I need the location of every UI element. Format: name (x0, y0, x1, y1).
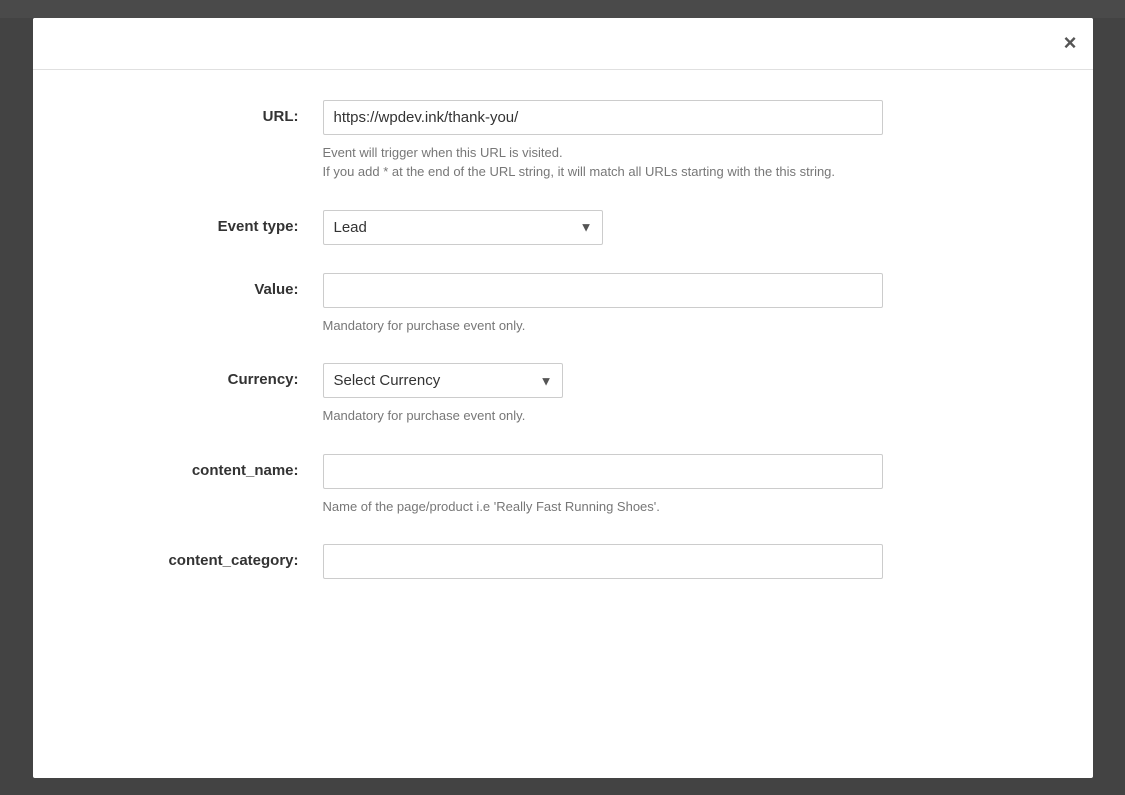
content-name-input[interactable] (323, 454, 883, 489)
content-category-input[interactable] (323, 544, 883, 579)
url-help: Event will trigger when this URL is visi… (323, 143, 883, 182)
url-field: Event will trigger when this URL is visi… (323, 100, 883, 182)
url-input[interactable] (323, 100, 883, 135)
value-help: Mandatory for purchase event only. (323, 316, 883, 336)
content-name-field: Name of the page/product i.e 'Really Fas… (323, 454, 883, 517)
top-bar (0, 0, 1125, 18)
currency-field: Select Currency USD EUR GBP AUD CAD JPY … (323, 363, 883, 426)
currency-label: Currency: (113, 363, 323, 388)
content-name-row: content_name: Name of the page/product i… (33, 454, 1093, 517)
value-row: Value: Mandatory for purchase event only… (33, 273, 1093, 336)
modal-body[interactable]: URL: Event will trigger when this URL is… (33, 70, 1093, 778)
event-type-label: Event type: (113, 210, 323, 235)
value-label: Value: (113, 273, 323, 298)
modal-header: × (33, 18, 1093, 70)
currency-select-wrapper: Select Currency USD EUR GBP AUD CAD JPY … (323, 363, 563, 398)
content-category-row: content_category: (33, 544, 1093, 579)
currency-row: Currency: Select Currency USD EUR GBP AU… (33, 363, 1093, 426)
content-name-label: content_name: (113, 454, 323, 479)
value-input[interactable] (323, 273, 883, 308)
url-label: URL: (113, 100, 323, 125)
event-type-select-wrapper: Lead Purchase ViewContent AddToCart Init… (323, 210, 603, 245)
event-type-field: Lead Purchase ViewContent AddToCart Init… (323, 210, 883, 245)
modal-overlay: × URL: Event will trigger when this URL … (0, 0, 1125, 795)
url-row: URL: Event will trigger when this URL is… (33, 100, 1093, 182)
value-field: Mandatory for purchase event only. (323, 273, 883, 336)
content-category-field (323, 544, 883, 579)
content-name-help: Name of the page/product i.e 'Really Fas… (323, 497, 883, 517)
event-type-row: Event type: Lead Purchase ViewContent Ad… (33, 210, 1093, 245)
currency-help: Mandatory for purchase event only. (323, 406, 883, 426)
modal-dialog: × URL: Event will trigger when this URL … (33, 18, 1093, 778)
event-type-select[interactable]: Lead Purchase ViewContent AddToCart Init… (323, 210, 603, 245)
close-button[interactable]: × (1064, 32, 1077, 54)
content-category-label: content_category: (113, 544, 323, 569)
currency-select[interactable]: Select Currency USD EUR GBP AUD CAD JPY (323, 363, 563, 398)
